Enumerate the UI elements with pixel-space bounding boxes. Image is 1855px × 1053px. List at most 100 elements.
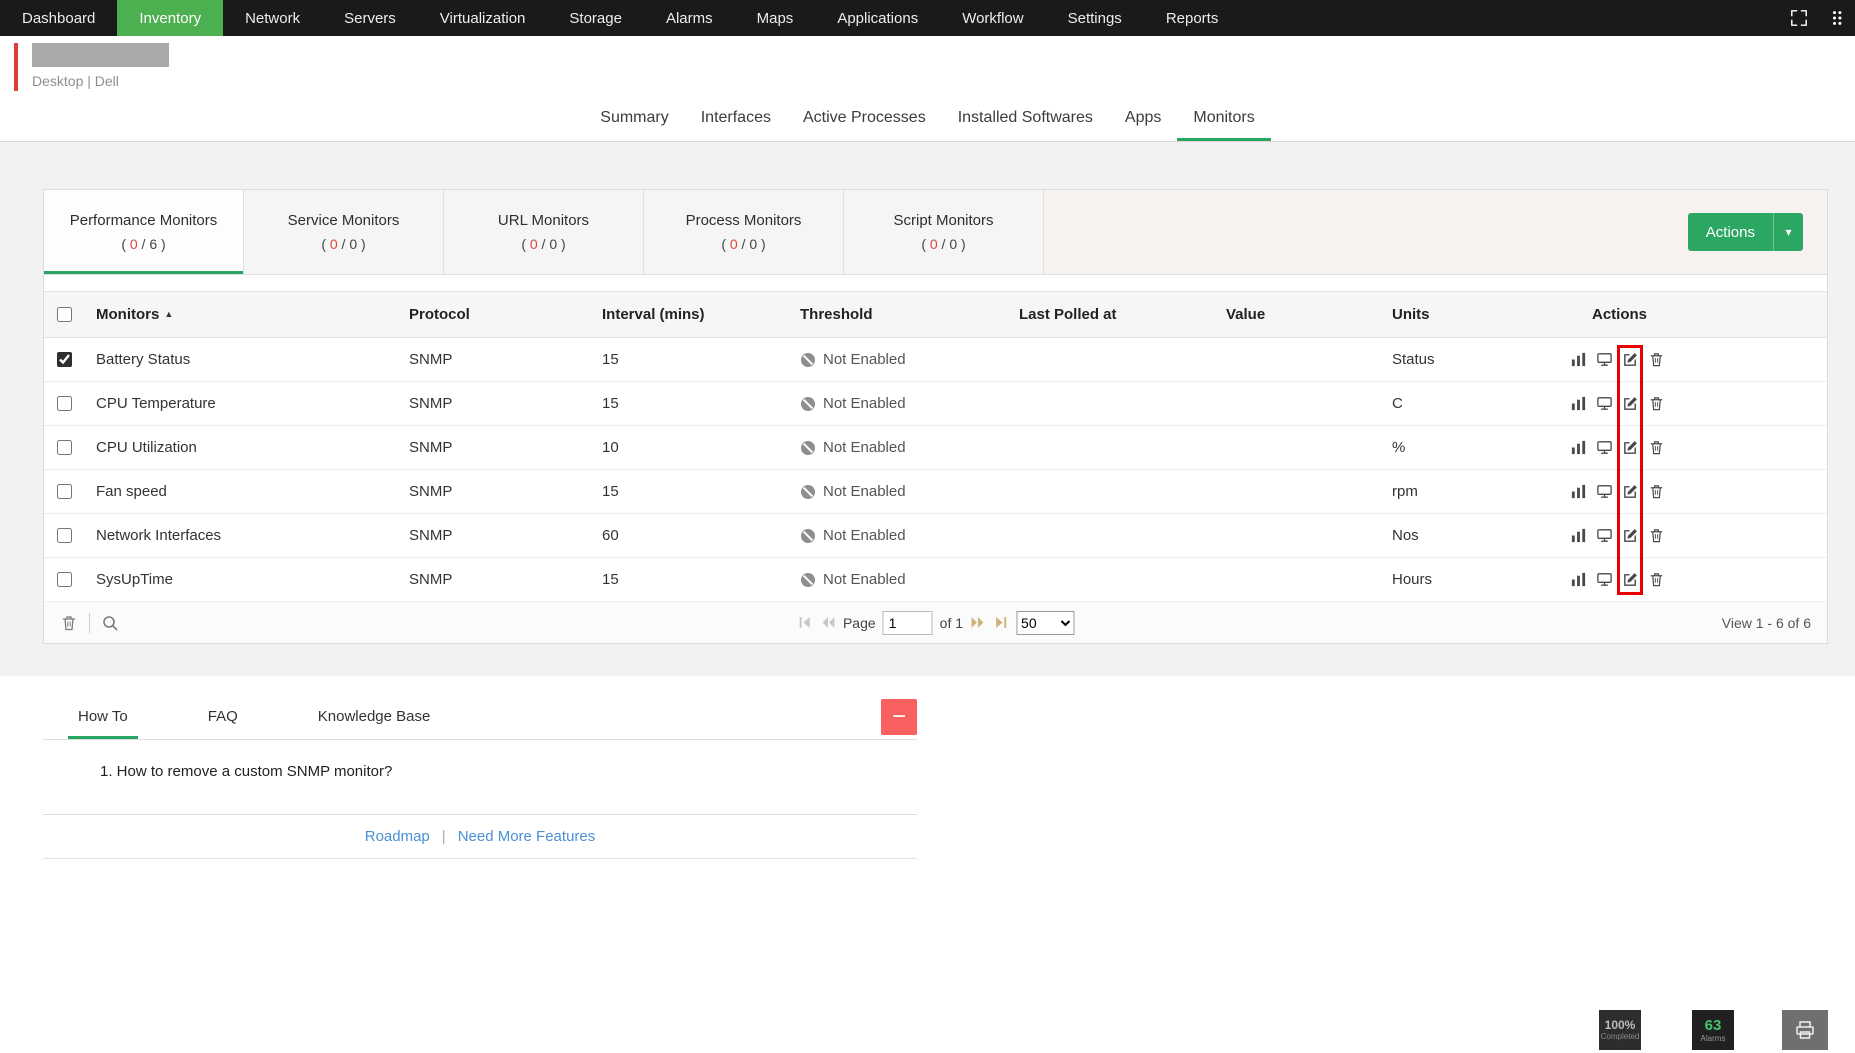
tab-performance-monitors[interactable]: Performance Monitors ( 0 / 6 ) [44, 190, 244, 274]
monitor-display-icon[interactable] [1595, 571, 1613, 589]
table-row: Network Interfaces SNMP 60 Not Enabled N… [44, 514, 1827, 558]
row-actions [1550, 351, 1827, 369]
monitor-display-icon[interactable] [1595, 351, 1613, 369]
chart-icon[interactable] [1569, 483, 1587, 501]
nav-item-settings[interactable]: Settings [1046, 0, 1144, 36]
delete-icon[interactable] [1647, 571, 1665, 589]
help-question-link[interactable]: 1. How to remove a custom SNMP monitor? [100, 763, 917, 780]
nav-item-storage[interactable]: Storage [547, 0, 644, 36]
tab-knowledge-base[interactable]: Knowledge Base [308, 694, 441, 739]
help-section: How To FAQ Knowledge Base − 1. How to re… [43, 694, 917, 859]
tab-script-monitors[interactable]: Script Monitors ( 0 / 0 ) [844, 190, 1044, 274]
collapse-fullscreen-icon[interactable] [1789, 8, 1809, 28]
delete-icon[interactable] [1647, 439, 1665, 457]
protocol-value: SNMP [397, 351, 590, 368]
tab-interfaces[interactable]: Interfaces [685, 95, 787, 141]
last-page-icon[interactable] [993, 615, 1009, 631]
row-checkbox[interactable] [57, 572, 72, 587]
tab-label: URL Monitors [498, 212, 589, 229]
nav-item-workflow[interactable]: Workflow [940, 0, 1045, 36]
first-page-icon[interactable] [797, 615, 813, 631]
monitor-display-icon[interactable] [1595, 483, 1613, 501]
row-checkbox[interactable] [57, 352, 72, 367]
monitor-name: SysUpTime [84, 571, 397, 588]
nav-item-applications[interactable]: Applications [815, 0, 940, 36]
row-checkbox[interactable] [57, 528, 72, 543]
monitor-display-icon[interactable] [1595, 395, 1613, 413]
protocol-value: SNMP [397, 571, 590, 588]
monitor-name: CPU Utilization [84, 439, 397, 456]
row-checkbox[interactable] [57, 440, 72, 455]
tab-service-monitors[interactable]: Service Monitors ( 0 / 0 ) [244, 190, 444, 274]
row-actions [1550, 483, 1827, 501]
monitor-display-icon[interactable] [1595, 439, 1613, 457]
nav-item-inventory[interactable]: Inventory [117, 0, 223, 36]
nav-item-virtualization[interactable]: Virtualization [418, 0, 548, 36]
edit-icon[interactable] [1621, 527, 1639, 545]
protocol-value: SNMP [397, 483, 590, 500]
collapse-help-button[interactable]: − [881, 699, 917, 735]
tab-how-to[interactable]: How To [68, 694, 138, 739]
apps-grid-icon[interactable] [1829, 8, 1849, 28]
delete-icon[interactable] [1647, 351, 1665, 369]
tab-monitors[interactable]: Monitors [1177, 95, 1270, 141]
actions-button[interactable]: Actions ▾ [1688, 213, 1803, 251]
threshold-label: Not Enabled [823, 395, 906, 412]
edit-icon[interactable] [1621, 483, 1639, 501]
printer-icon [1794, 1019, 1816, 1041]
tab-apps[interactable]: Apps [1109, 95, 1177, 141]
chart-icon[interactable] [1569, 571, 1587, 589]
chart-icon[interactable] [1569, 439, 1587, 457]
print-widget[interactable] [1782, 1010, 1828, 1050]
row-actions [1550, 527, 1827, 545]
row-checkbox[interactable] [57, 484, 72, 499]
tab-active-processes[interactable]: Active Processes [787, 95, 942, 141]
previous-page-icon[interactable] [820, 615, 836, 631]
search-icon[interactable] [101, 614, 119, 632]
discovery-progress-widget[interactable]: 100% Completed [1599, 1010, 1641, 1050]
tab-process-monitors[interactable]: Process Monitors ( 0 / 0 ) [644, 190, 844, 274]
nav-item-network[interactable]: Network [223, 0, 322, 36]
row-checkbox[interactable] [57, 396, 72, 411]
select-all-checkbox[interactable] [57, 307, 72, 322]
roadmap-link[interactable]: Roadmap [365, 828, 430, 845]
tab-installed-softwares[interactable]: Installed Softwares [942, 95, 1109, 141]
chart-icon[interactable] [1569, 527, 1587, 545]
alarms-value: 63 [1705, 1017, 1722, 1034]
alarms-count-widget[interactable]: 63 Alarms [1692, 1010, 1734, 1050]
edit-icon[interactable] [1621, 351, 1639, 369]
edit-icon[interactable] [1621, 571, 1639, 589]
monitor-display-icon[interactable] [1595, 527, 1613, 545]
chart-icon[interactable] [1569, 351, 1587, 369]
nav-item-maps[interactable]: Maps [735, 0, 816, 36]
threshold-label: Not Enabled [823, 439, 906, 456]
chevron-down-icon[interactable]: ▾ [1773, 213, 1803, 251]
page-size-select[interactable]: 50 [1016, 611, 1074, 635]
tab-faq[interactable]: FAQ [198, 694, 248, 739]
nav-item-reports[interactable]: Reports [1144, 0, 1241, 36]
delete-icon[interactable] [1647, 395, 1665, 413]
nav-item-dashboard[interactable]: Dashboard [0, 0, 117, 36]
monitor-type-tabs: Performance Monitors ( 0 / 6 ) Service M… [44, 190, 1827, 275]
tab-url-monitors[interactable]: URL Monitors ( 0 / 0 ) [444, 190, 644, 274]
next-page-icon[interactable] [970, 615, 986, 631]
header-monitors[interactable]: Monitors▲ [84, 306, 397, 323]
bulk-delete-icon[interactable] [60, 614, 78, 632]
interval-value: 15 [590, 483, 788, 500]
alarms-label: Alarms [1701, 1034, 1726, 1043]
edit-icon[interactable] [1621, 439, 1639, 457]
delete-icon[interactable] [1647, 527, 1665, 545]
units-value: Status [1380, 351, 1550, 368]
delete-icon[interactable] [1647, 483, 1665, 501]
tab-summary[interactable]: Summary [584, 95, 684, 141]
nav-item-alarms[interactable]: Alarms [644, 0, 735, 36]
tab-count: ( 0 / 0 ) [721, 236, 765, 252]
edit-icon[interactable] [1621, 395, 1639, 413]
row-checkbox-cell [44, 440, 84, 455]
table-header-row: Monitors▲ Protocol Interval (mins) Thres… [44, 291, 1827, 338]
need-more-features-link[interactable]: Need More Features [458, 828, 596, 845]
nav-item-servers[interactable]: Servers [322, 0, 418, 36]
page-number-input[interactable] [883, 611, 933, 635]
chart-icon[interactable] [1569, 395, 1587, 413]
interval-value: 15 [590, 395, 788, 412]
